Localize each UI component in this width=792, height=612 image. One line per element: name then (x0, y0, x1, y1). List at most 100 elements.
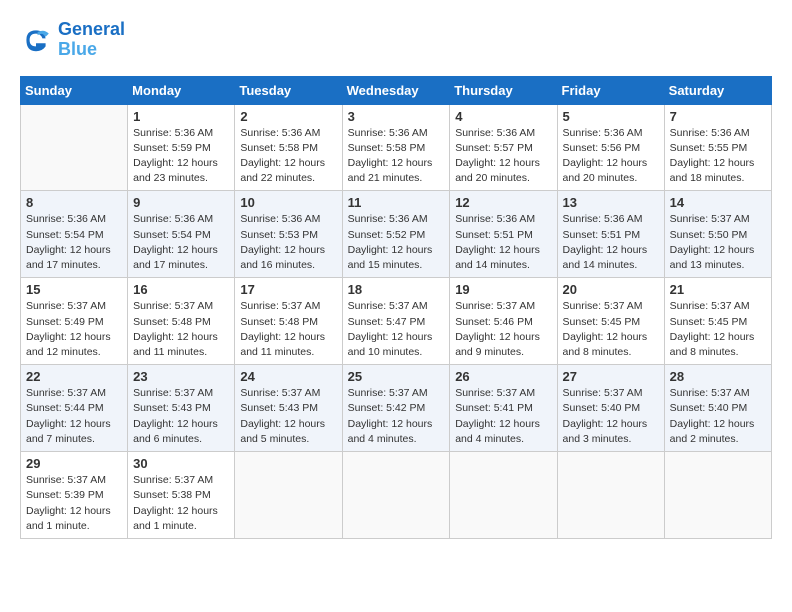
calendar-cell: 13 Sunrise: 5:36 AM Sunset: 5:51 PM Dayl… (557, 191, 664, 278)
day-info: Sunrise: 5:37 AM Sunset: 5:50 PM Dayligh… (670, 212, 766, 273)
day-number: 17 (240, 282, 336, 297)
header-thursday: Thursday (450, 76, 557, 104)
logo: General Blue (20, 20, 125, 60)
day-info: Sunrise: 5:37 AM Sunset: 5:40 PM Dayligh… (563, 386, 659, 447)
day-number: 25 (348, 369, 445, 384)
day-info: Sunrise: 5:37 AM Sunset: 5:43 PM Dayligh… (240, 386, 336, 447)
calendar-cell: 23 Sunrise: 5:37 AM Sunset: 5:43 PM Dayl… (128, 365, 235, 452)
day-number: 30 (133, 456, 229, 471)
calendar-cell: 17 Sunrise: 5:37 AM Sunset: 5:48 PM Dayl… (235, 278, 342, 365)
day-number: 10 (240, 195, 336, 210)
calendar-cell (21, 104, 128, 191)
day-number: 24 (240, 369, 336, 384)
day-info: Sunrise: 5:36 AM Sunset: 5:58 PM Dayligh… (240, 126, 336, 187)
day-info: Sunrise: 5:36 AM Sunset: 5:51 PM Dayligh… (455, 212, 551, 273)
header-wednesday: Wednesday (342, 76, 450, 104)
day-info: Sunrise: 5:36 AM Sunset: 5:51 PM Dayligh… (563, 212, 659, 273)
day-info: Sunrise: 5:37 AM Sunset: 5:47 PM Dayligh… (348, 299, 445, 360)
day-info: Sunrise: 5:37 AM Sunset: 5:40 PM Dayligh… (670, 386, 766, 447)
calendar-cell: 8 Sunrise: 5:36 AM Sunset: 5:54 PM Dayli… (21, 191, 128, 278)
day-info: Sunrise: 5:36 AM Sunset: 5:57 PM Dayligh… (455, 126, 551, 187)
calendar-cell: 26 Sunrise: 5:37 AM Sunset: 5:41 PM Dayl… (450, 365, 557, 452)
day-number: 29 (26, 456, 122, 471)
calendar-cell (557, 452, 664, 539)
calendar-header-row: SundayMondayTuesdayWednesdayThursdayFrid… (21, 76, 772, 104)
calendar-cell: 12 Sunrise: 5:36 AM Sunset: 5:51 PM Dayl… (450, 191, 557, 278)
calendar-cell: 16 Sunrise: 5:37 AM Sunset: 5:48 PM Dayl… (128, 278, 235, 365)
calendar-cell: 9 Sunrise: 5:36 AM Sunset: 5:54 PM Dayli… (128, 191, 235, 278)
calendar-cell (450, 452, 557, 539)
calendar-cell: 18 Sunrise: 5:37 AM Sunset: 5:47 PM Dayl… (342, 278, 450, 365)
day-info: Sunrise: 5:36 AM Sunset: 5:54 PM Dayligh… (133, 212, 229, 273)
calendar-cell (342, 452, 450, 539)
calendar-cell (664, 452, 771, 539)
header-sunday: Sunday (21, 76, 128, 104)
day-number: 12 (455, 195, 551, 210)
day-info: Sunrise: 5:37 AM Sunset: 5:38 PM Dayligh… (133, 473, 229, 534)
calendar-cell: 20 Sunrise: 5:37 AM Sunset: 5:45 PM Dayl… (557, 278, 664, 365)
day-info: Sunrise: 5:36 AM Sunset: 5:56 PM Dayligh… (563, 126, 659, 187)
calendar-cell: 21 Sunrise: 5:37 AM Sunset: 5:45 PM Dayl… (664, 278, 771, 365)
calendar-table: SundayMondayTuesdayWednesdayThursdayFrid… (20, 76, 772, 539)
calendar-cell: 7 Sunrise: 5:36 AM Sunset: 5:55 PM Dayli… (664, 104, 771, 191)
day-info: Sunrise: 5:36 AM Sunset: 5:58 PM Dayligh… (348, 126, 445, 187)
day-number: 7 (670, 109, 766, 124)
logo-text: General Blue (58, 20, 125, 60)
day-number: 18 (348, 282, 445, 297)
logo-icon (20, 24, 52, 56)
calendar-cell: 4 Sunrise: 5:36 AM Sunset: 5:57 PM Dayli… (450, 104, 557, 191)
day-number: 16 (133, 282, 229, 297)
day-number: 26 (455, 369, 551, 384)
calendar-week-3: 15 Sunrise: 5:37 AM Sunset: 5:49 PM Dayl… (21, 278, 772, 365)
calendar-cell: 25 Sunrise: 5:37 AM Sunset: 5:42 PM Dayl… (342, 365, 450, 452)
calendar-cell: 22 Sunrise: 5:37 AM Sunset: 5:44 PM Dayl… (21, 365, 128, 452)
day-number: 15 (26, 282, 122, 297)
calendar-cell: 10 Sunrise: 5:36 AM Sunset: 5:53 PM Dayl… (235, 191, 342, 278)
day-info: Sunrise: 5:37 AM Sunset: 5:42 PM Dayligh… (348, 386, 445, 447)
day-info: Sunrise: 5:36 AM Sunset: 5:59 PM Dayligh… (133, 126, 229, 187)
day-number: 3 (348, 109, 445, 124)
day-number: 11 (348, 195, 445, 210)
calendar-cell: 14 Sunrise: 5:37 AM Sunset: 5:50 PM Dayl… (664, 191, 771, 278)
calendar-cell: 2 Sunrise: 5:36 AM Sunset: 5:58 PM Dayli… (235, 104, 342, 191)
day-info: Sunrise: 5:36 AM Sunset: 5:53 PM Dayligh… (240, 212, 336, 273)
calendar-body: 1 Sunrise: 5:36 AM Sunset: 5:59 PM Dayli… (21, 104, 772, 538)
calendar-cell: 1 Sunrise: 5:36 AM Sunset: 5:59 PM Dayli… (128, 104, 235, 191)
calendar-cell: 15 Sunrise: 5:37 AM Sunset: 5:49 PM Dayl… (21, 278, 128, 365)
day-info: Sunrise: 5:37 AM Sunset: 5:48 PM Dayligh… (133, 299, 229, 360)
day-info: Sunrise: 5:36 AM Sunset: 5:54 PM Dayligh… (26, 212, 122, 273)
day-info: Sunrise: 5:36 AM Sunset: 5:52 PM Dayligh… (348, 212, 445, 273)
day-number: 20 (563, 282, 659, 297)
day-info: Sunrise: 5:37 AM Sunset: 5:44 PM Dayligh… (26, 386, 122, 447)
day-info: Sunrise: 5:37 AM Sunset: 5:45 PM Dayligh… (670, 299, 766, 360)
calendar-cell: 5 Sunrise: 5:36 AM Sunset: 5:56 PM Dayli… (557, 104, 664, 191)
day-number: 9 (133, 195, 229, 210)
day-info: Sunrise: 5:37 AM Sunset: 5:48 PM Dayligh… (240, 299, 336, 360)
day-number: 14 (670, 195, 766, 210)
header-tuesday: Tuesday (235, 76, 342, 104)
calendar-week-1: 1 Sunrise: 5:36 AM Sunset: 5:59 PM Dayli… (21, 104, 772, 191)
calendar-cell: 28 Sunrise: 5:37 AM Sunset: 5:40 PM Dayl… (664, 365, 771, 452)
day-number: 1 (133, 109, 229, 124)
day-info: Sunrise: 5:37 AM Sunset: 5:41 PM Dayligh… (455, 386, 551, 447)
header-monday: Monday (128, 76, 235, 104)
day-info: Sunrise: 5:37 AM Sunset: 5:45 PM Dayligh… (563, 299, 659, 360)
day-info: Sunrise: 5:37 AM Sunset: 5:43 PM Dayligh… (133, 386, 229, 447)
day-number: 2 (240, 109, 336, 124)
calendar-cell (235, 452, 342, 539)
day-number: 19 (455, 282, 551, 297)
calendar-week-4: 22 Sunrise: 5:37 AM Sunset: 5:44 PM Dayl… (21, 365, 772, 452)
header-friday: Friday (557, 76, 664, 104)
page-header: General Blue (20, 20, 772, 60)
day-number: 27 (563, 369, 659, 384)
calendar-cell: 27 Sunrise: 5:37 AM Sunset: 5:40 PM Dayl… (557, 365, 664, 452)
day-number: 22 (26, 369, 122, 384)
day-info: Sunrise: 5:37 AM Sunset: 5:39 PM Dayligh… (26, 473, 122, 534)
calendar-cell: 30 Sunrise: 5:37 AM Sunset: 5:38 PM Dayl… (128, 452, 235, 539)
calendar-week-5: 29 Sunrise: 5:37 AM Sunset: 5:39 PM Dayl… (21, 452, 772, 539)
calendar-cell: 24 Sunrise: 5:37 AM Sunset: 5:43 PM Dayl… (235, 365, 342, 452)
day-number: 8 (26, 195, 122, 210)
calendar-cell: 11 Sunrise: 5:36 AM Sunset: 5:52 PM Dayl… (342, 191, 450, 278)
day-number: 5 (563, 109, 659, 124)
day-number: 21 (670, 282, 766, 297)
